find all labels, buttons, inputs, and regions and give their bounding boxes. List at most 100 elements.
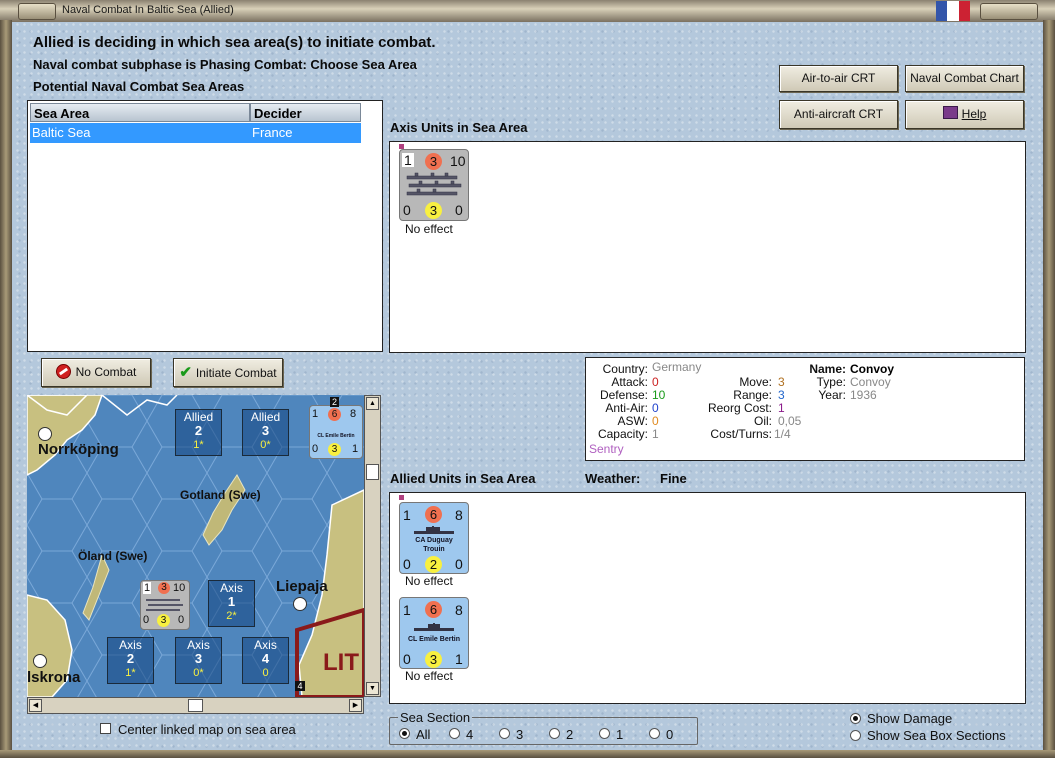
scroll-thumb[interactable] xyxy=(188,699,203,712)
allied-unit-emile-bertin[interactable]: 1 6 8 CL Emile Bertin 0 3 1 xyxy=(399,597,469,669)
naval-combat-chart-button[interactable]: Naval Combat Chart xyxy=(905,65,1024,92)
column-header-sea-area[interactable]: Sea Area xyxy=(30,103,250,122)
cruiser-ship-icon xyxy=(414,526,454,534)
sea-box-axis-3[interactable]: Axis 3 0* xyxy=(175,637,222,684)
unit-defense: 6 xyxy=(328,408,341,421)
sea-box-sub: 1* xyxy=(125,667,136,679)
unit-name-line1: CL Emile Bertin xyxy=(408,636,460,643)
allied-units-label: Allied Units in Sea Area xyxy=(390,471,536,486)
sea-box-allied-3[interactable]: Allied 3 0* xyxy=(242,409,289,456)
air-to-air-crt-button[interactable]: Air-to-air CRT xyxy=(779,65,898,92)
sea-section-radio-1[interactable] xyxy=(599,728,610,739)
sea-section-radio-3[interactable] xyxy=(499,728,510,739)
sea-box-side: Axis xyxy=(187,638,210,652)
show-damage-label: Show Damage xyxy=(867,711,953,726)
port-anchor-icon xyxy=(33,654,47,668)
help-book-icon xyxy=(942,106,958,119)
sea-box-side: Axis xyxy=(119,638,142,652)
subphase-text: Naval combat subphase is Phasing Combat:… xyxy=(33,57,417,72)
info-move-value: 3 xyxy=(778,375,785,389)
window-controls-button[interactable] xyxy=(980,3,1038,20)
unit-aa: 1 xyxy=(455,651,463,667)
info-range-value: 3 xyxy=(778,388,785,402)
info-reorg-value: 1 xyxy=(778,401,785,415)
axis-unit-convoy[interactable]: 1 3 10 0 3 0 xyxy=(399,149,469,221)
sea-box-allied-2[interactable]: Allied 2 1* xyxy=(175,409,222,456)
unit-name: CL Emile Bertin xyxy=(317,433,355,439)
sea-box-axis-4[interactable]: Axis 4 0 xyxy=(242,637,289,684)
map-vertical-scrollbar[interactable]: ▲ ▼ xyxy=(364,395,381,697)
cell-sea-area: Baltic Sea xyxy=(32,125,91,140)
map-horizontal-scrollbar[interactable]: ◀ ▶ xyxy=(27,697,364,714)
sea-box-side: Allied xyxy=(183,410,214,424)
table-row[interactable]: Baltic Sea France xyxy=(30,123,361,143)
scroll-down-arrow-icon[interactable]: ▼ xyxy=(366,682,379,695)
unit-move: 0 xyxy=(312,443,319,455)
axis-units-panel: 1 3 10 0 3 0 No effect xyxy=(389,141,1026,353)
cell-decider: France xyxy=(252,125,293,140)
unit-defense: 3 xyxy=(425,153,442,170)
sea-box-axis-2[interactable]: Axis 2 1* xyxy=(107,637,154,684)
info-oil-value: 0,05 xyxy=(778,414,802,428)
column-header-decider[interactable]: Decider xyxy=(250,103,361,122)
unit-attack: 1 xyxy=(402,152,414,168)
no-combat-button[interactable]: No Combat xyxy=(41,358,151,387)
window-frame-bottom xyxy=(0,750,1055,758)
unit-strength: 8 xyxy=(455,602,463,618)
linked-map[interactable]: Allied 2 1* Allied 3 0* Axis 1 2* Axis 2… xyxy=(27,395,364,697)
show-damage-radio[interactable] xyxy=(850,713,861,724)
system-menu-button[interactable] xyxy=(18,3,56,20)
sea-area-table: Sea Area Decider Baltic Sea France xyxy=(27,100,383,352)
show-sea-box-sections-radio[interactable] xyxy=(850,730,861,741)
status-heading: Allied is deciding in which sea area(s) … xyxy=(33,34,436,51)
place-lskrona: lskrona xyxy=(27,669,81,686)
info-country-value: Germany xyxy=(652,360,702,374)
unit-aa: 0 xyxy=(455,202,463,218)
scroll-thumb[interactable] xyxy=(366,464,379,480)
sea-box-axis-1[interactable]: Axis 1 2* xyxy=(208,580,255,627)
sea-box-side: Axis xyxy=(254,638,277,652)
info-antiair-key: Anti-Air: xyxy=(605,401,648,415)
window-frame-left xyxy=(0,20,12,758)
scroll-up-arrow-icon[interactable]: ▲ xyxy=(366,397,379,410)
stack-count-badge: 4 xyxy=(295,681,305,691)
anti-aircraft-crt-button[interactable]: Anti-aircraft CRT xyxy=(779,100,898,129)
unit-move: 0 xyxy=(403,556,411,572)
unit-range: 3 xyxy=(157,614,170,627)
allied-unit-effect: No effect xyxy=(405,669,453,683)
sea-box-sub: 2* xyxy=(226,610,237,622)
scroll-left-arrow-icon[interactable]: ◀ xyxy=(29,699,42,712)
center-linked-checkbox[interactable] xyxy=(100,723,111,734)
unit-move: 0 xyxy=(143,614,150,626)
info-capacity-value: 1 xyxy=(652,427,659,441)
unit-aa: 0 xyxy=(455,556,463,572)
sea-box-sub: 0 xyxy=(262,667,269,679)
place-oland: Öland (Swe) xyxy=(78,549,148,563)
scroll-right-arrow-icon[interactable]: ▶ xyxy=(349,699,362,712)
allied-unit-duguay-trouin[interactable]: 1 6 8 CA Duguay Trouin 0 2 0 xyxy=(399,502,469,574)
weather-value: Fine xyxy=(660,471,687,486)
axis-unit-effect: No effect xyxy=(405,222,453,236)
sea-section-radio-all[interactable] xyxy=(399,728,410,739)
convoy-ships-icon xyxy=(406,172,462,196)
sea-section-option-4: 4 xyxy=(466,727,474,742)
sea-section-radio-2[interactable] xyxy=(549,728,560,739)
unit-info-panel: Country: Germany Attack: 0 Defense: 10 A… xyxy=(585,357,1025,461)
unit-defense: 3 xyxy=(158,582,170,594)
help-button[interactable]: Help xyxy=(905,100,1024,129)
unit-name-line2: Trouin xyxy=(423,546,445,553)
info-name-key: Name: xyxy=(809,362,846,376)
unit-attack: 1 xyxy=(143,582,152,594)
place-lit: LIT xyxy=(323,649,359,676)
initiate-combat-button[interactable]: ✔ Initiate Combat xyxy=(173,358,283,387)
unit-strength: 10 xyxy=(173,582,186,594)
sea-section-radio-0[interactable] xyxy=(649,728,660,739)
map-unit-convoy[interactable]: 1 3 10 0 3 0 xyxy=(140,580,190,630)
sea-section-radio-4[interactable] xyxy=(449,728,460,739)
info-oil-key: Oil: xyxy=(754,414,772,428)
unit-attack: 1 xyxy=(312,408,319,420)
map-unit-emile-bertin[interactable]: 1 6 8 CL Emile Bertin 0 3 1 xyxy=(309,405,363,459)
unit-range: 3 xyxy=(328,443,341,456)
potential-areas-title: Potential Naval Combat Sea Areas xyxy=(33,79,245,94)
convoy-ships-icon xyxy=(146,599,183,611)
